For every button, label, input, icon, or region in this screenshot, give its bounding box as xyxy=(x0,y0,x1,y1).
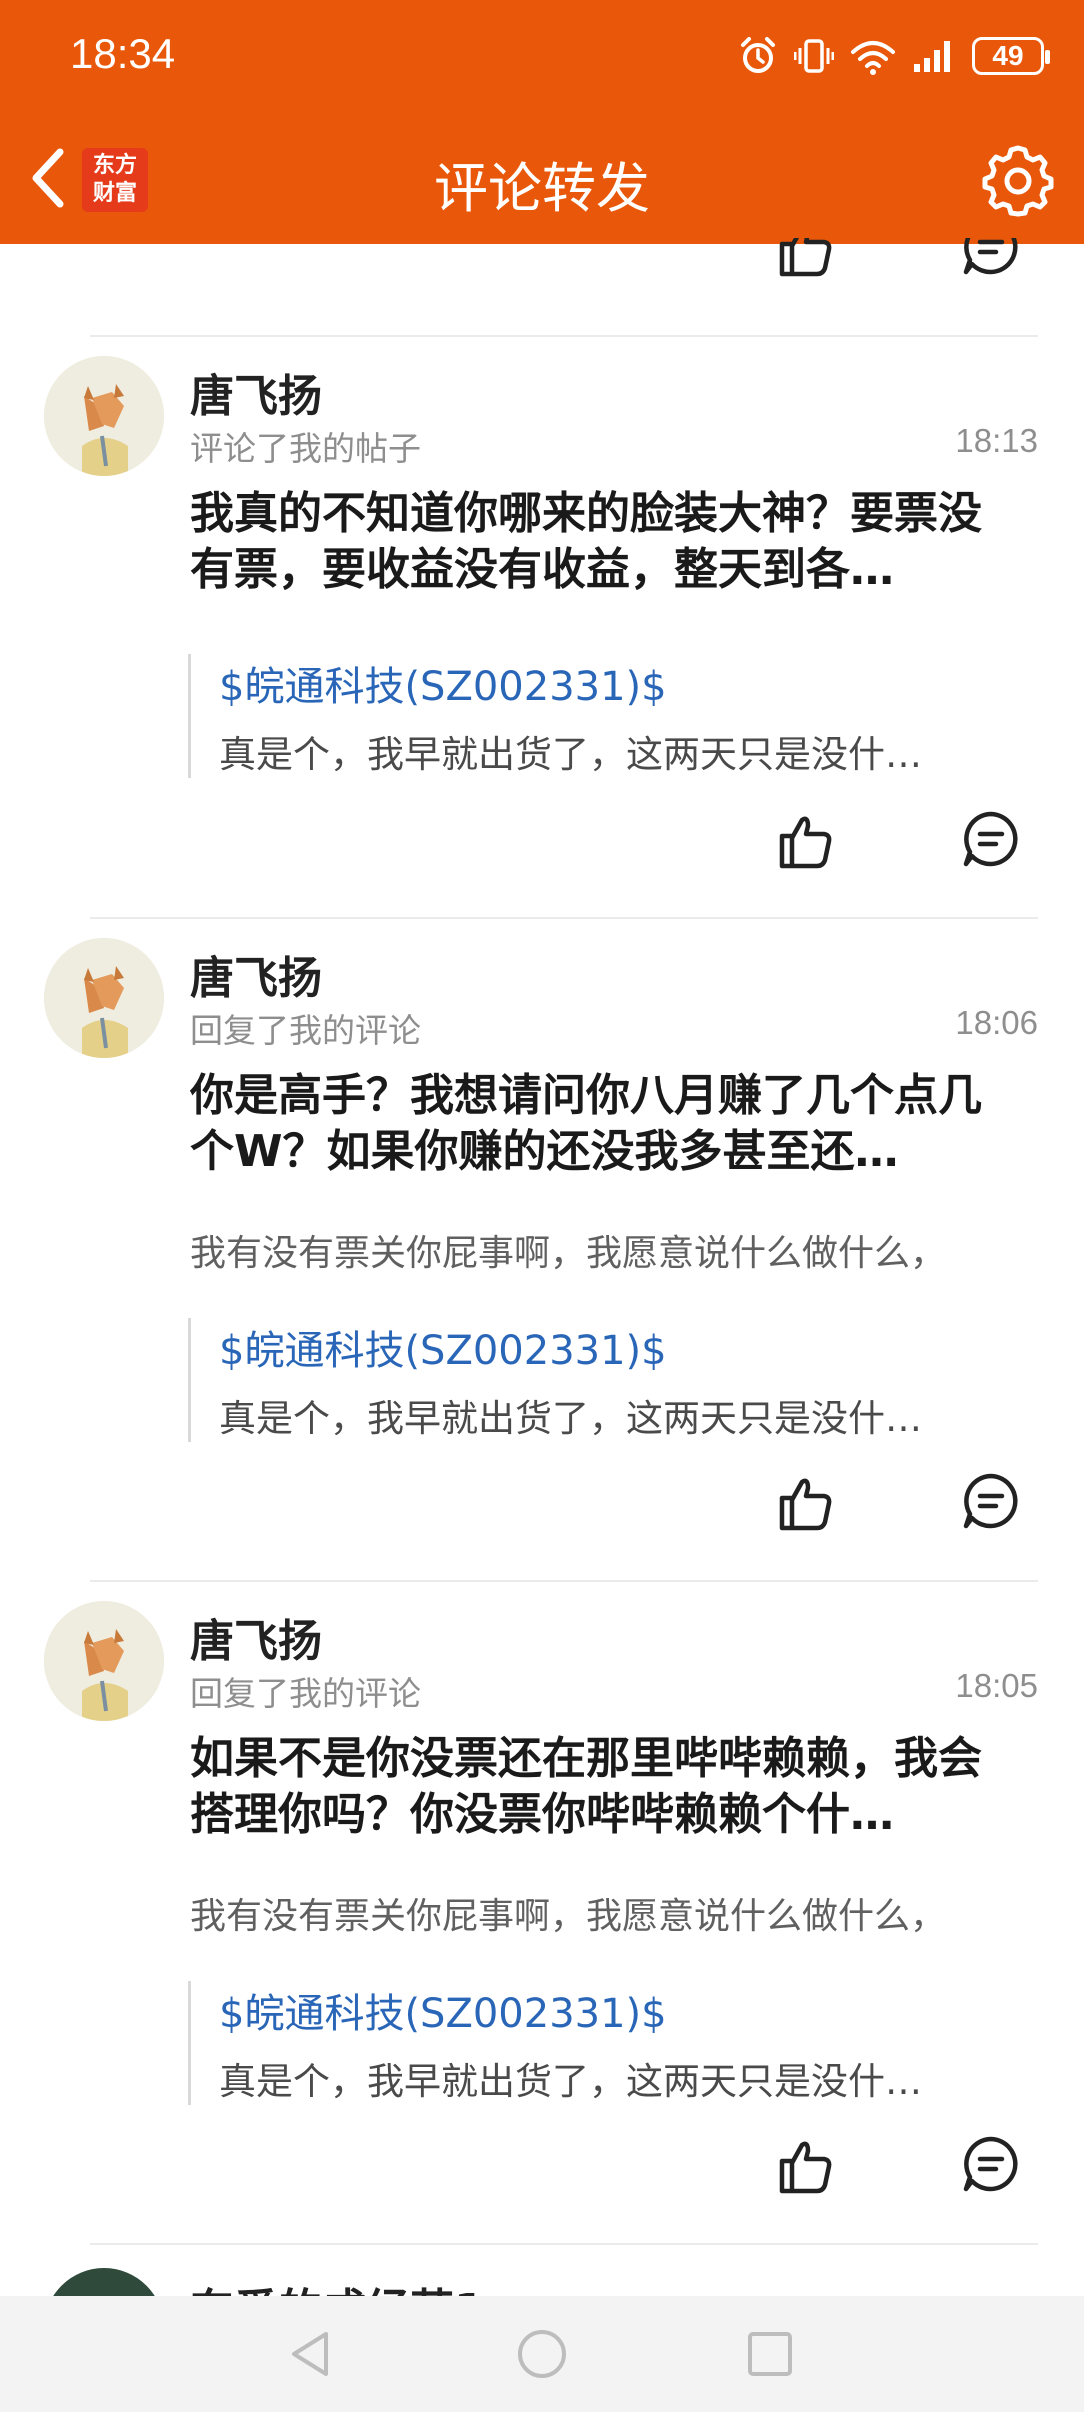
system-nav-bar xyxy=(0,2296,1084,2412)
quoted-post[interactable]: $皖通科技(SZ002331)$ 真是个，我早就出货了，这两天只是没什… xyxy=(188,654,1018,778)
quoted-text: 真是个，我早就出货了，这两天只是没什… xyxy=(219,733,922,776)
username[interactable]: 唐飞扬 xyxy=(190,1605,322,1669)
reply-icon[interactable] xyxy=(960,1470,1022,1532)
nav-bar: 东方 财富 评论转发 xyxy=(0,116,1084,244)
fox-avatar-icon xyxy=(44,1601,164,1721)
fox-avatar-icon xyxy=(44,938,164,1058)
stock-link[interactable]: $皖通科技(SZ002331)$ xyxy=(219,654,667,712)
timestamp: 18:05 xyxy=(955,1667,1038,1704)
notification-item-partial[interactable]: 东爱的成经营1 xyxy=(0,2244,1084,2296)
quoted-post[interactable]: $皖通科技(SZ002331)$ 真是个，我早就出货了，这两天只是没什… xyxy=(188,1981,1018,2105)
like-icon[interactable] xyxy=(774,2133,836,2195)
quoted-text: 真是个，我早就出货了，这两天只是没什… xyxy=(219,2060,922,2103)
app-header: 18:34 49 东方 财富 评论转发 xyxy=(0,0,1084,244)
status-bar: 18:34 49 xyxy=(0,0,1084,116)
previous-item-actions xyxy=(0,238,1084,336)
avatar[interactable] xyxy=(44,1601,164,1721)
nav-home-icon[interactable] xyxy=(514,2326,570,2382)
quoted-text: 真是个，我早就出货了，这两天只是没什… xyxy=(219,1397,922,1440)
like-icon[interactable] xyxy=(774,1470,836,1532)
reply-icon[interactable] xyxy=(960,808,1022,870)
battery-indicator: 49 xyxy=(972,37,1050,75)
notification-item[interactable]: 唐飞扬 评论了我的帖子 18:13 我真的不知道你哪来的脸装大神？要票没有票，要… xyxy=(0,336,1084,906)
action-label: 回复了我的评论 xyxy=(190,1011,421,1050)
like-icon[interactable] xyxy=(774,238,836,278)
avatar[interactable] xyxy=(44,938,164,1058)
reply-context-text: 我有没有票关你屁事啊，我愿意说什么做什么， xyxy=(190,1896,947,1937)
avatar[interactable] xyxy=(44,356,164,476)
action-label: 评论了我的帖子 xyxy=(190,429,421,468)
nav-back-icon[interactable] xyxy=(282,2326,338,2382)
post-text[interactable]: 你是高手？我想请问你八月赚了几个点几个W？如果你赚的还没我多甚至还… xyxy=(190,1068,1010,1180)
stock-link[interactable]: $皖通科技(SZ002331)$ xyxy=(219,1318,667,1376)
status-time: 18:34 xyxy=(70,30,176,77)
timestamp: 18:06 xyxy=(955,1004,1038,1041)
reply-icon[interactable] xyxy=(960,2133,1022,2195)
notification-item[interactable]: 唐飞扬 回复了我的评论 18:06 你是高手？我想请问你八月赚了几个点几个W？如… xyxy=(0,918,1084,1578)
username[interactable]: 唐飞扬 xyxy=(190,360,322,424)
username[interactable]: 唐飞扬 xyxy=(190,942,322,1006)
stock-link[interactable]: $皖通科技(SZ002331)$ xyxy=(219,1981,667,2039)
reply-context-text: 我有没有票关你屁事啊，我愿意说什么做什么， xyxy=(190,1233,947,1274)
post-text[interactable]: 如果不是你没票还在那里哔哔赖赖，我会搭理你吗？你没票你哔哔赖赖个什… xyxy=(190,1731,1010,1843)
action-label: 回复了我的评论 xyxy=(190,1674,421,1713)
fox-avatar-icon xyxy=(44,356,164,476)
quoted-post[interactable]: $皖通科技(SZ002331)$ 真是个，我早就出货了，这两天只是没什… xyxy=(188,1318,1018,1442)
status-icons: 49 xyxy=(738,30,1050,82)
avatar[interactable] xyxy=(44,2268,164,2296)
vibrate-icon xyxy=(794,39,834,73)
alarm-icon xyxy=(741,37,775,73)
timestamp: 18:13 xyxy=(955,422,1038,459)
notification-item[interactable]: 唐飞扬 回复了我的评论 18:05 如果不是你没票还在那里哔哔赖赖，我会搭理你吗… xyxy=(0,1581,1084,2241)
signal-icon xyxy=(914,41,950,72)
username[interactable]: 东爱的成经营1 xyxy=(190,2274,485,2296)
like-icon[interactable] xyxy=(774,808,836,870)
nav-recents-icon[interactable] xyxy=(742,2326,798,2382)
page-title: 评论转发 xyxy=(434,157,650,220)
wifi-icon xyxy=(851,41,895,75)
reply-icon[interactable] xyxy=(960,238,1022,278)
settings-gear-icon[interactable] xyxy=(980,142,1056,218)
post-text[interactable]: 我真的不知道你哪来的脸装大神？要票没有票，要收益没有收益，整天到各… xyxy=(190,486,1010,598)
